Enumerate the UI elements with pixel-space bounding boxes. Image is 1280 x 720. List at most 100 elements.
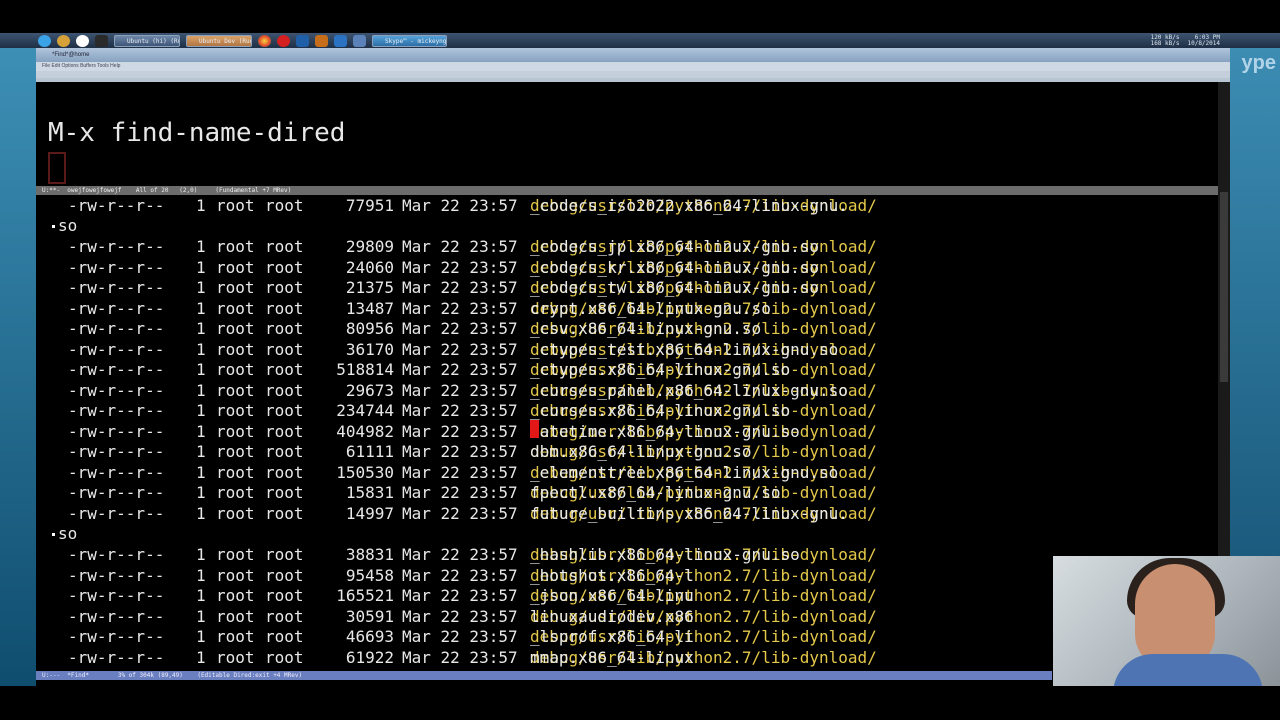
file-permissions: -rw-r--r-- (68, 586, 165, 605)
menu-bar[interactable]: File Edit Options Buffers Tools Help (36, 62, 1230, 71)
file-permissions: -rw-r--r-- (68, 319, 165, 338)
file-date: Mar 22 23:57 (402, 421, 518, 441)
system-tray: 120 kB/s 168 kB/s 6:03 PM 10/8/2014 (1151, 33, 1280, 48)
file-permissions: -rw-r--r-- (68, 442, 165, 461)
file-size: 14997 (345, 503, 394, 523)
app-icon[interactable] (57, 34, 70, 47)
bottom-letterbox (0, 686, 1280, 720)
file-links: 1 (196, 442, 206, 461)
file-size: 518814 (336, 360, 394, 379)
top-letterbox (0, 0, 1280, 33)
file-permissions: -rw-r--r-- (68, 647, 165, 667)
file-owner: root (216, 401, 255, 420)
dired-listing[interactable]: -rw-r--r-- 1 root root 77951 Mar 22 23:5… (36, 196, 1218, 670)
file-name: _hotshot.x86_64-l (530, 565, 694, 585)
file-name: _codecs_iso2022.x86_64-linux-gnu. (530, 196, 848, 215)
start-orb-icon[interactable] (38, 34, 51, 47)
file-permissions: -rw-r--r-- (68, 278, 165, 297)
file-owner: root (216, 565, 255, 585)
wrapped-line: so (36, 524, 94, 544)
file-links: 1 (196, 360, 206, 379)
file-permissions: -rw-r--r-- (68, 545, 165, 564)
mode-line-top: U:**- owejfowejfowejf All of 20 (2,0) (F… (36, 186, 1230, 195)
file-owner: root (216, 627, 255, 646)
file-permissions: -rw-r--r-- (68, 462, 165, 482)
app-icon[interactable] (76, 34, 89, 47)
file-permissions: -rw-r--r-- (68, 360, 165, 379)
file-links: 1 (196, 278, 206, 297)
file-owner: root (216, 278, 255, 297)
file-permissions: -rw-r--r-- (68, 339, 165, 359)
taskbar-task-skype[interactable]: Skype™ - mickeyng (372, 34, 447, 47)
network-icon[interactable] (353, 34, 366, 47)
file-size: 38831 (345, 545, 394, 564)
file-owner: root (216, 298, 255, 318)
file-links: 1 (196, 647, 206, 667)
file-date: Mar 22 23:57 (402, 237, 518, 256)
file-owner: root (216, 545, 255, 564)
file-owner: root (216, 380, 255, 400)
file-permissions: -rw-r--r-- (68, 257, 165, 277)
minibuffer[interactable]: M-x find-name-dired (36, 82, 1218, 188)
webcam-video-inset (1053, 556, 1280, 686)
file-owner: root (216, 257, 255, 277)
file-name: _curses_panel.x86_64-linux-gnu.so (530, 380, 848, 400)
file-links: 1 (196, 401, 206, 420)
wrapped-line: so (36, 216, 94, 236)
file-name: dbm.x86_64-linux-gnu.so (530, 442, 752, 461)
taskbar-task[interactable]: Ubuntu Dev (Run... (186, 34, 252, 47)
file-permissions: -rw-r--r-- (68, 196, 165, 215)
file-size: 404982 (336, 421, 394, 441)
file-links: 1 (196, 606, 206, 626)
file-date: Mar 22 23:57 (402, 380, 518, 400)
file-name: _csv.x86_64-linux-gnu.so (530, 319, 762, 338)
file-name: mmap.x86_64-linux (530, 647, 694, 667)
taskbar-task[interactable]: Ubuntu (hi) (Ru... (114, 34, 180, 47)
file-size: 29673 (345, 380, 394, 400)
file-name: linuxaudiodev.x86 (530, 606, 694, 626)
monitor-icon[interactable] (95, 34, 108, 47)
file-links: 1 (196, 298, 206, 318)
writer-icon[interactable] (334, 34, 347, 47)
window-titlebar[interactable]: *Find*@home (36, 48, 1230, 62)
tray-date[interactable]: 10/8/2014 (1187, 40, 1220, 47)
file-name: datetime.x86_64-linux-gnu.so (530, 421, 800, 441)
file-permissions: -rw-r--r-- (68, 483, 165, 502)
file-date: Mar 22 23:57 (402, 278, 518, 297)
list-item[interactable]: -rw-r--r-- 1 root root 77951 Mar 22 23:5… (36, 196, 877, 216)
file-size: 95458 (345, 565, 394, 585)
bridge-icon[interactable] (315, 34, 328, 47)
file-permissions: -rw-r--r-- (68, 421, 165, 441)
windows-taskbar: Ubuntu (hi) (Ru... Ubuntu Dev (Run... Sk… (0, 33, 1280, 48)
file-date: Mar 22 23:57 (402, 339, 518, 359)
file-date: Mar 22 23:57 (402, 462, 518, 482)
file-name: _ctypes.x86_64-linux-gnu.so (530, 360, 791, 379)
file-date: Mar 22 23:57 (402, 503, 518, 523)
file-name: crypt.x86_64-linux-gnu.so (530, 298, 771, 318)
file-links: 1 (196, 421, 206, 441)
chrome-icon[interactable] (258, 34, 271, 47)
file-owner: root (216, 421, 255, 441)
file-date: Mar 22 23:57 (402, 647, 518, 667)
file-date: Mar 22 23:57 (402, 298, 518, 318)
file-links: 1 (196, 627, 206, 646)
file-name: _curses.x86_64-linux-gnu.so (530, 401, 791, 420)
tool-bar[interactable] (36, 71, 1230, 78)
wrapped-continuation: so (52, 216, 77, 236)
photoshop-icon[interactable] (296, 34, 309, 47)
file-name: future_builtins.x86_64-linux-gnu. (530, 503, 848, 523)
file-owner: root (216, 237, 255, 256)
opera-icon[interactable] (277, 34, 290, 47)
file-name: _codecs_jp.x86_64-linux-gnu.so (530, 237, 819, 256)
scrollbar-thumb[interactable] (1220, 192, 1228, 382)
file-size: 46693 (345, 627, 394, 646)
point-cursor (530, 420, 539, 438)
file-links: 1 (196, 257, 206, 277)
file-owner: root (216, 196, 255, 215)
tray-net-speed: 120 kB/s 168 kB/s (1150, 33, 1180, 47)
file-links: 1 (196, 237, 206, 256)
file-size: 36170 (345, 339, 394, 359)
file-date: Mar 22 23:57 (402, 196, 518, 215)
file-date: Mar 22 23:57 (402, 627, 518, 646)
file-owner: root (216, 462, 255, 482)
